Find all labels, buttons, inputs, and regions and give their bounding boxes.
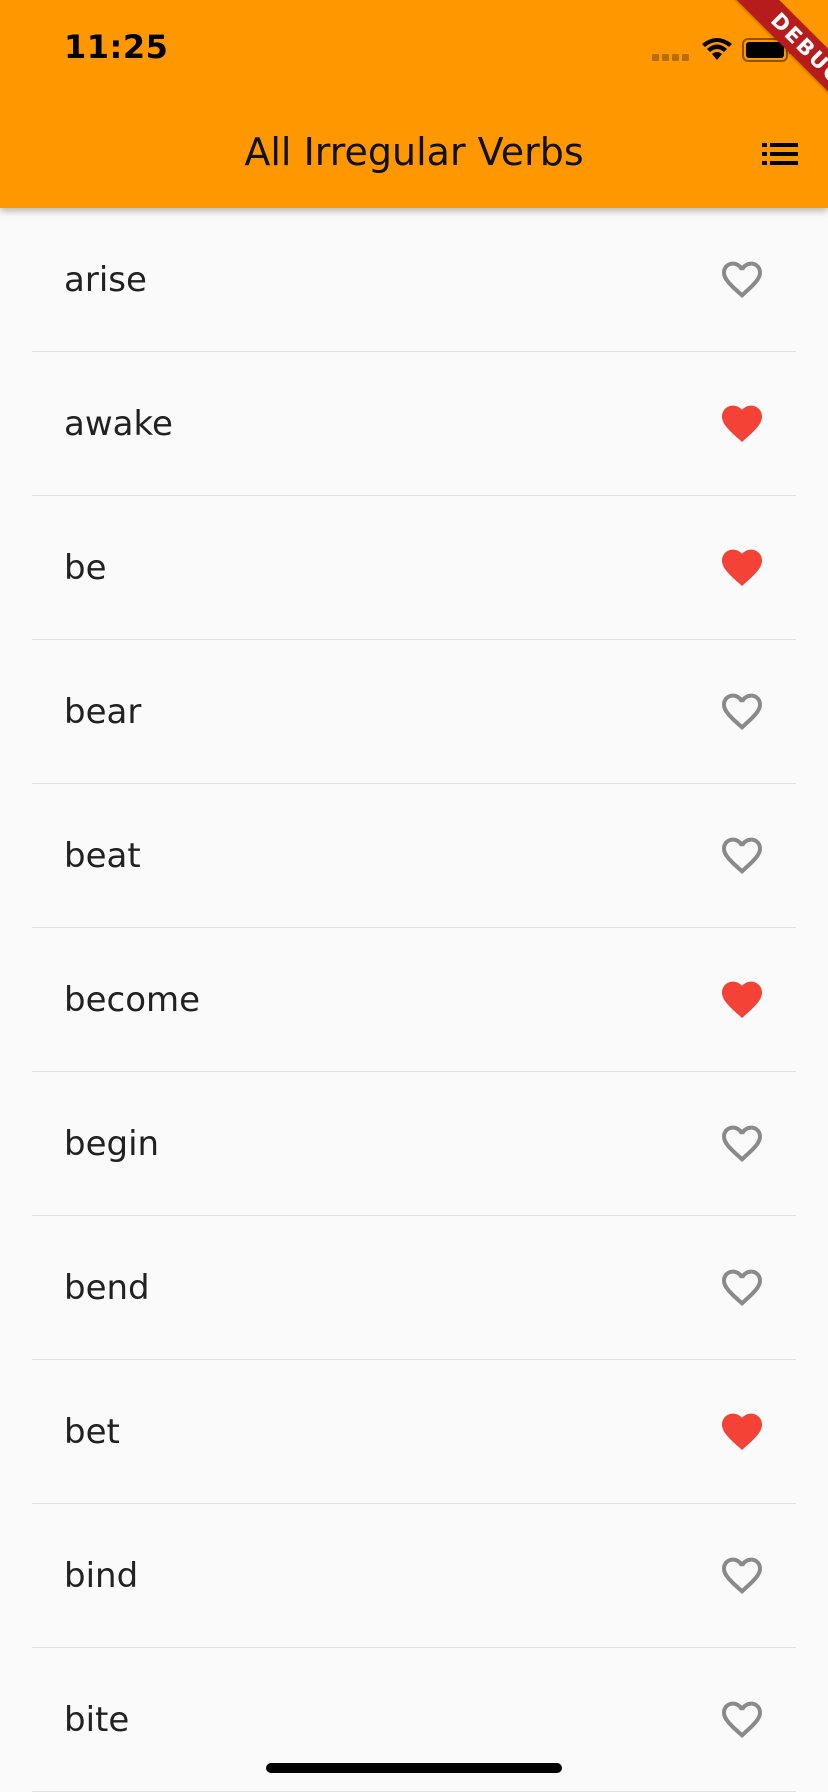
home-indicator[interactable] — [266, 1763, 562, 1773]
battery-icon — [742, 38, 792, 62]
verb-label: bind — [64, 1555, 139, 1596]
heart-outline-icon[interactable] — [720, 692, 764, 732]
heart-outline-icon[interactable] — [720, 260, 764, 300]
verb-label: begin — [64, 1123, 160, 1164]
verb-label: be — [64, 547, 107, 588]
wifi-icon — [702, 38, 732, 60]
heart-outline-icon[interactable] — [720, 1556, 764, 1596]
list-item[interactable]: be — [32, 496, 796, 640]
verb-label: bear — [64, 691, 142, 732]
verb-label: bend — [64, 1267, 150, 1308]
list-icon[interactable] — [756, 134, 804, 174]
heart-outline-icon[interactable] — [720, 1124, 764, 1164]
list-item[interactable]: become — [32, 928, 796, 1072]
list-item[interactable]: awake — [32, 352, 796, 496]
list-item[interactable]: bet — [32, 1360, 796, 1504]
heart-outline-icon[interactable] — [720, 1268, 764, 1308]
heart-filled-icon[interactable] — [720, 404, 764, 444]
verb-label: arise — [64, 259, 147, 300]
list-item[interactable]: bend — [32, 1216, 796, 1360]
heart-outline-icon[interactable] — [720, 836, 764, 876]
verb-list: arise awake be bear beat become begin bend bet bi… — [0, 208, 828, 1792]
page-title: All Irregular Verbs — [244, 130, 584, 174]
cellular-signal-icon — [652, 54, 689, 61]
verb-label: beat — [64, 835, 141, 876]
heart-filled-icon[interactable] — [720, 980, 764, 1020]
verb-label: become — [64, 979, 201, 1020]
app-bar: 11:25 All Irregular Verbs — [0, 0, 828, 208]
heart-outline-icon[interactable] — [720, 1700, 764, 1740]
verb-label: bet — [64, 1411, 120, 1452]
list-item[interactable]: begin — [32, 1072, 796, 1216]
list-item[interactable]: beat — [32, 784, 796, 928]
list-item[interactable]: arise — [32, 208, 796, 352]
list-item[interactable]: bind — [32, 1504, 796, 1648]
heart-filled-icon[interactable] — [720, 1412, 764, 1452]
status-time: 11:25 — [64, 28, 169, 66]
verb-label: awake — [64, 403, 173, 444]
list-item[interactable]: bear — [32, 640, 796, 784]
heart-filled-icon[interactable] — [720, 548, 764, 588]
verb-label: bite — [64, 1699, 130, 1740]
